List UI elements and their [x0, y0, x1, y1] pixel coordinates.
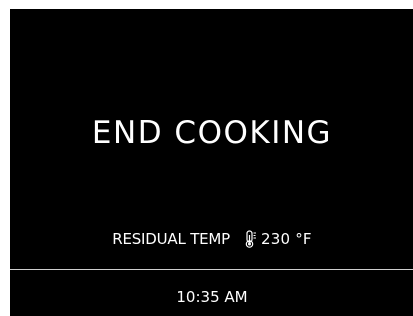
- residual-temp-label: RESIDUAL TEMP: [112, 230, 231, 248]
- residual-temp-value: 230 °F: [261, 230, 312, 248]
- residual-temp-row: RESIDUAL TEMP 230 °F: [10, 230, 413, 248]
- clock: 10:35 AM: [176, 288, 248, 306]
- oven-display: END COOKING RESIDUAL TEMP 230 °F 10:35 A…: [10, 9, 413, 316]
- status-title: END COOKING: [91, 115, 333, 151]
- thermometer-icon: [244, 230, 258, 248]
- divider: [10, 269, 413, 270]
